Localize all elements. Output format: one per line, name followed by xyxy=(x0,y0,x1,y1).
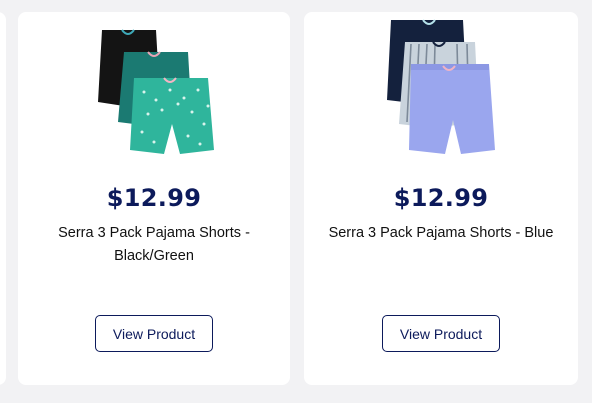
product-title[interactable]: Serra 3 Pack Pajama Shorts - Blue xyxy=(324,222,558,245)
pajama-shorts-blue-image xyxy=(387,19,495,154)
view-product-button[interactable]: View Product xyxy=(95,315,213,352)
product-card: $12.99 Serra 3 Pack Pajama Shorts - Blac… xyxy=(18,12,290,385)
product-image[interactable] xyxy=(84,16,224,156)
product-image[interactable] xyxy=(371,16,511,156)
product-price: $12.99 xyxy=(393,184,489,212)
pajama-shorts-black-green-image xyxy=(98,29,214,154)
view-product-button[interactable]: View Product xyxy=(382,315,500,352)
product-card: $12.99 Serra 3 Pack Pajama Shorts - Blue… xyxy=(304,12,578,385)
product-price: $12.99 xyxy=(106,184,202,212)
product-title[interactable]: Serra 3 Pack Pajama Shorts - Black/Green xyxy=(38,222,270,268)
previous-product-card-edge xyxy=(0,12,6,385)
